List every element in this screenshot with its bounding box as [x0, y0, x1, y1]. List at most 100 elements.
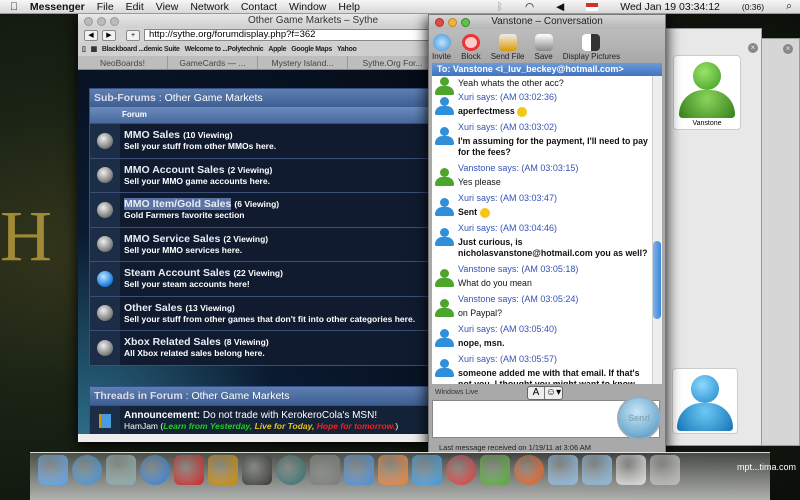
- menu-network[interactable]: Network: [190, 1, 229, 13]
- message-text: nope, msn.: [458, 338, 505, 348]
- message: Xuri says: (AM 03:03:47) Sent: [432, 191, 652, 221]
- apple-icon[interactable]: : [10, 1, 18, 13]
- bluetooth-icon[interactable]: ᛒ: [497, 1, 503, 13]
- downloads-icon[interactable]: [616, 455, 646, 485]
- emoticon-button[interactable]: ☺▾: [545, 387, 562, 399]
- message-sender: Xuri says: (AM 03:05:40): [458, 324, 558, 334]
- close-icon[interactable]: ×: [783, 44, 793, 54]
- volume-icon[interactable]: ◀: [556, 1, 564, 13]
- forum-row[interactable]: MMO Service Sales (2 Viewing) Sell your M…: [90, 226, 430, 261]
- message-text: Yeah whats the other acc?: [458, 78, 564, 88]
- forum-name[interactable]: MMO Sales: [124, 129, 180, 141]
- garageband-icon[interactable]: [208, 455, 238, 485]
- bookmark[interactable]: Blackboard ...demic Suite: [102, 46, 180, 53]
- add-bookmark-button[interactable]: +: [126, 29, 140, 41]
- battery-status[interactable]: (0:36): [742, 2, 764, 12]
- word-icon[interactable]: [344, 455, 374, 485]
- block-button[interactable]: Block: [461, 34, 481, 61]
- forum-name[interactable]: MMO Service Sales: [124, 233, 220, 245]
- contact-picture[interactable]: Vanstone: [673, 55, 741, 130]
- message-text: Yes please: [458, 177, 501, 187]
- firefox-icon[interactable]: [514, 455, 544, 485]
- messenger-icon[interactable]: [412, 455, 442, 485]
- safari-icon[interactable]: [72, 455, 102, 485]
- flag-icon[interactable]: [586, 2, 599, 11]
- message-sender: Xuri says: (AM 03:05:57): [458, 354, 558, 364]
- display-pictures-button[interactable]: Display Pictures: [563, 34, 620, 61]
- message: Vanstone says: (AM 03:05:24) on Paypal?: [432, 292, 652, 322]
- photo-booth-icon[interactable]: [174, 455, 204, 485]
- viewing-count: (22 Viewing): [233, 268, 283, 278]
- my-avatar-icon: [691, 375, 719, 403]
- forum-status-icon: [90, 227, 120, 261]
- scroll-thumb[interactable]: [653, 241, 661, 319]
- window-controls[interactable]: [435, 18, 470, 27]
- forum-name[interactable]: Steam Account Sales: [124, 267, 230, 279]
- applications-icon[interactable]: [548, 455, 578, 485]
- menu-help[interactable]: Help: [338, 1, 360, 13]
- signature-part: Learn from Yesterday,: [163, 421, 253, 431]
- tab[interactable]: Sythe.Org For...: [348, 56, 438, 69]
- message: Vanstone says: (AM 03:03:15) Yes please: [432, 161, 652, 191]
- itunes-icon[interactable]: [140, 455, 170, 485]
- forum-row[interactable]: Xbox Related Sales (8 Viewing) All Xbox r…: [90, 330, 430, 365]
- forum-row[interactable]: MMO Account Sales (2 Viewing) Sell your M…: [90, 157, 430, 192]
- tab[interactable]: NeoBoards!: [78, 56, 168, 69]
- message-scrollbar[interactable]: [652, 76, 662, 384]
- announcement-author[interactable]: HamJam: [124, 421, 158, 431]
- announcement-row[interactable]: Announcement: Do not trade with Kerokero…: [90, 405, 430, 435]
- bookmark[interactable]: Apple: [268, 46, 286, 53]
- menu-file[interactable]: File: [97, 1, 114, 13]
- forward-button[interactable]: ▶: [102, 29, 116, 41]
- menu-window[interactable]: Window: [289, 1, 326, 13]
- forum-row[interactable]: MMO Item/Gold Sales (6 Viewing) Gold Farm…: [90, 192, 430, 227]
- menu-app[interactable]: Messenger: [30, 1, 85, 13]
- forum-row[interactable]: MMO Sales (10 Viewing) Sell your stuff fr…: [90, 123, 430, 158]
- forum-row[interactable]: Other Sales (13 Viewing) Sell your stuff …: [90, 295, 430, 330]
- menu-view[interactable]: View: [156, 1, 179, 13]
- wifi-icon[interactable]: ◠: [525, 1, 534, 13]
- forum-name[interactable]: MMO Item/Gold Sales: [124, 198, 232, 210]
- column-header-forum: Forum: [90, 107, 430, 123]
- forum-name[interactable]: MMO Account Sales: [124, 164, 225, 176]
- top-sites-icon[interactable]: ▦: [91, 45, 98, 53]
- menu-edit[interactable]: Edit: [126, 1, 144, 13]
- clock[interactable]: Wed Jan 19 03:34:12: [620, 1, 720, 13]
- bookmark[interactable]: Yahoo: [337, 46, 357, 53]
- threads-panel: Threads in Forum : Other Game Markets An…: [89, 386, 431, 436]
- url-field[interactable]: http://sythe.org/forumdisplay.php?f=362: [144, 29, 438, 41]
- tab[interactable]: GameCards — ...: [168, 56, 258, 69]
- close-icon[interactable]: ×: [748, 43, 758, 53]
- tab[interactable]: Mystery Island...: [258, 56, 348, 69]
- time-machine-icon[interactable]: [276, 455, 306, 485]
- documents-icon[interactable]: [582, 455, 612, 485]
- save-button[interactable]: Save: [534, 34, 553, 61]
- message-sender: Vanstone says: (AM 03:03:15): [458, 163, 579, 173]
- forum-row[interactable]: Steam Account Sales (22 Viewing) Sell you…: [90, 261, 430, 296]
- iphoto-icon[interactable]: [106, 455, 136, 485]
- chrome-icon[interactable]: [446, 455, 476, 485]
- spotlight-icon[interactable]: ⌕: [786, 0, 792, 13]
- trash-icon[interactable]: [650, 455, 680, 485]
- logic-icon[interactable]: [242, 455, 272, 485]
- bookmark[interactable]: Welcome to ...Polytechnic: [185, 46, 264, 53]
- bookmark[interactable]: Google Maps: [291, 46, 332, 53]
- contact-avatar-icon: [693, 62, 721, 90]
- back-button[interactable]: ◀: [84, 29, 98, 41]
- announcement-title[interactable]: Do not trade with KerokeroCola's MSN!: [203, 410, 377, 421]
- send-file-button[interactable]: Send File: [491, 34, 524, 61]
- invite-label: Invite: [432, 52, 452, 61]
- tor-icon[interactable]: [480, 455, 510, 485]
- finder-icon[interactable]: [38, 455, 68, 485]
- window-controls[interactable]: [84, 17, 119, 26]
- menu-contact[interactable]: Contact: [241, 1, 277, 13]
- system-preferences-icon[interactable]: [310, 455, 340, 485]
- forum-name[interactable]: Other Sales: [124, 302, 182, 314]
- forum-name[interactable]: Xbox Related Sales: [124, 336, 221, 348]
- reading-list-icon[interactable]: ▯: [82, 45, 86, 53]
- my-picture[interactable]: [672, 368, 738, 434]
- font-button[interactable]: A: [528, 387, 545, 399]
- powerpoint-icon[interactable]: [378, 455, 408, 485]
- invite-button[interactable]: Invite: [432, 34, 451, 61]
- send-button[interactable]: Send: [617, 396, 661, 440]
